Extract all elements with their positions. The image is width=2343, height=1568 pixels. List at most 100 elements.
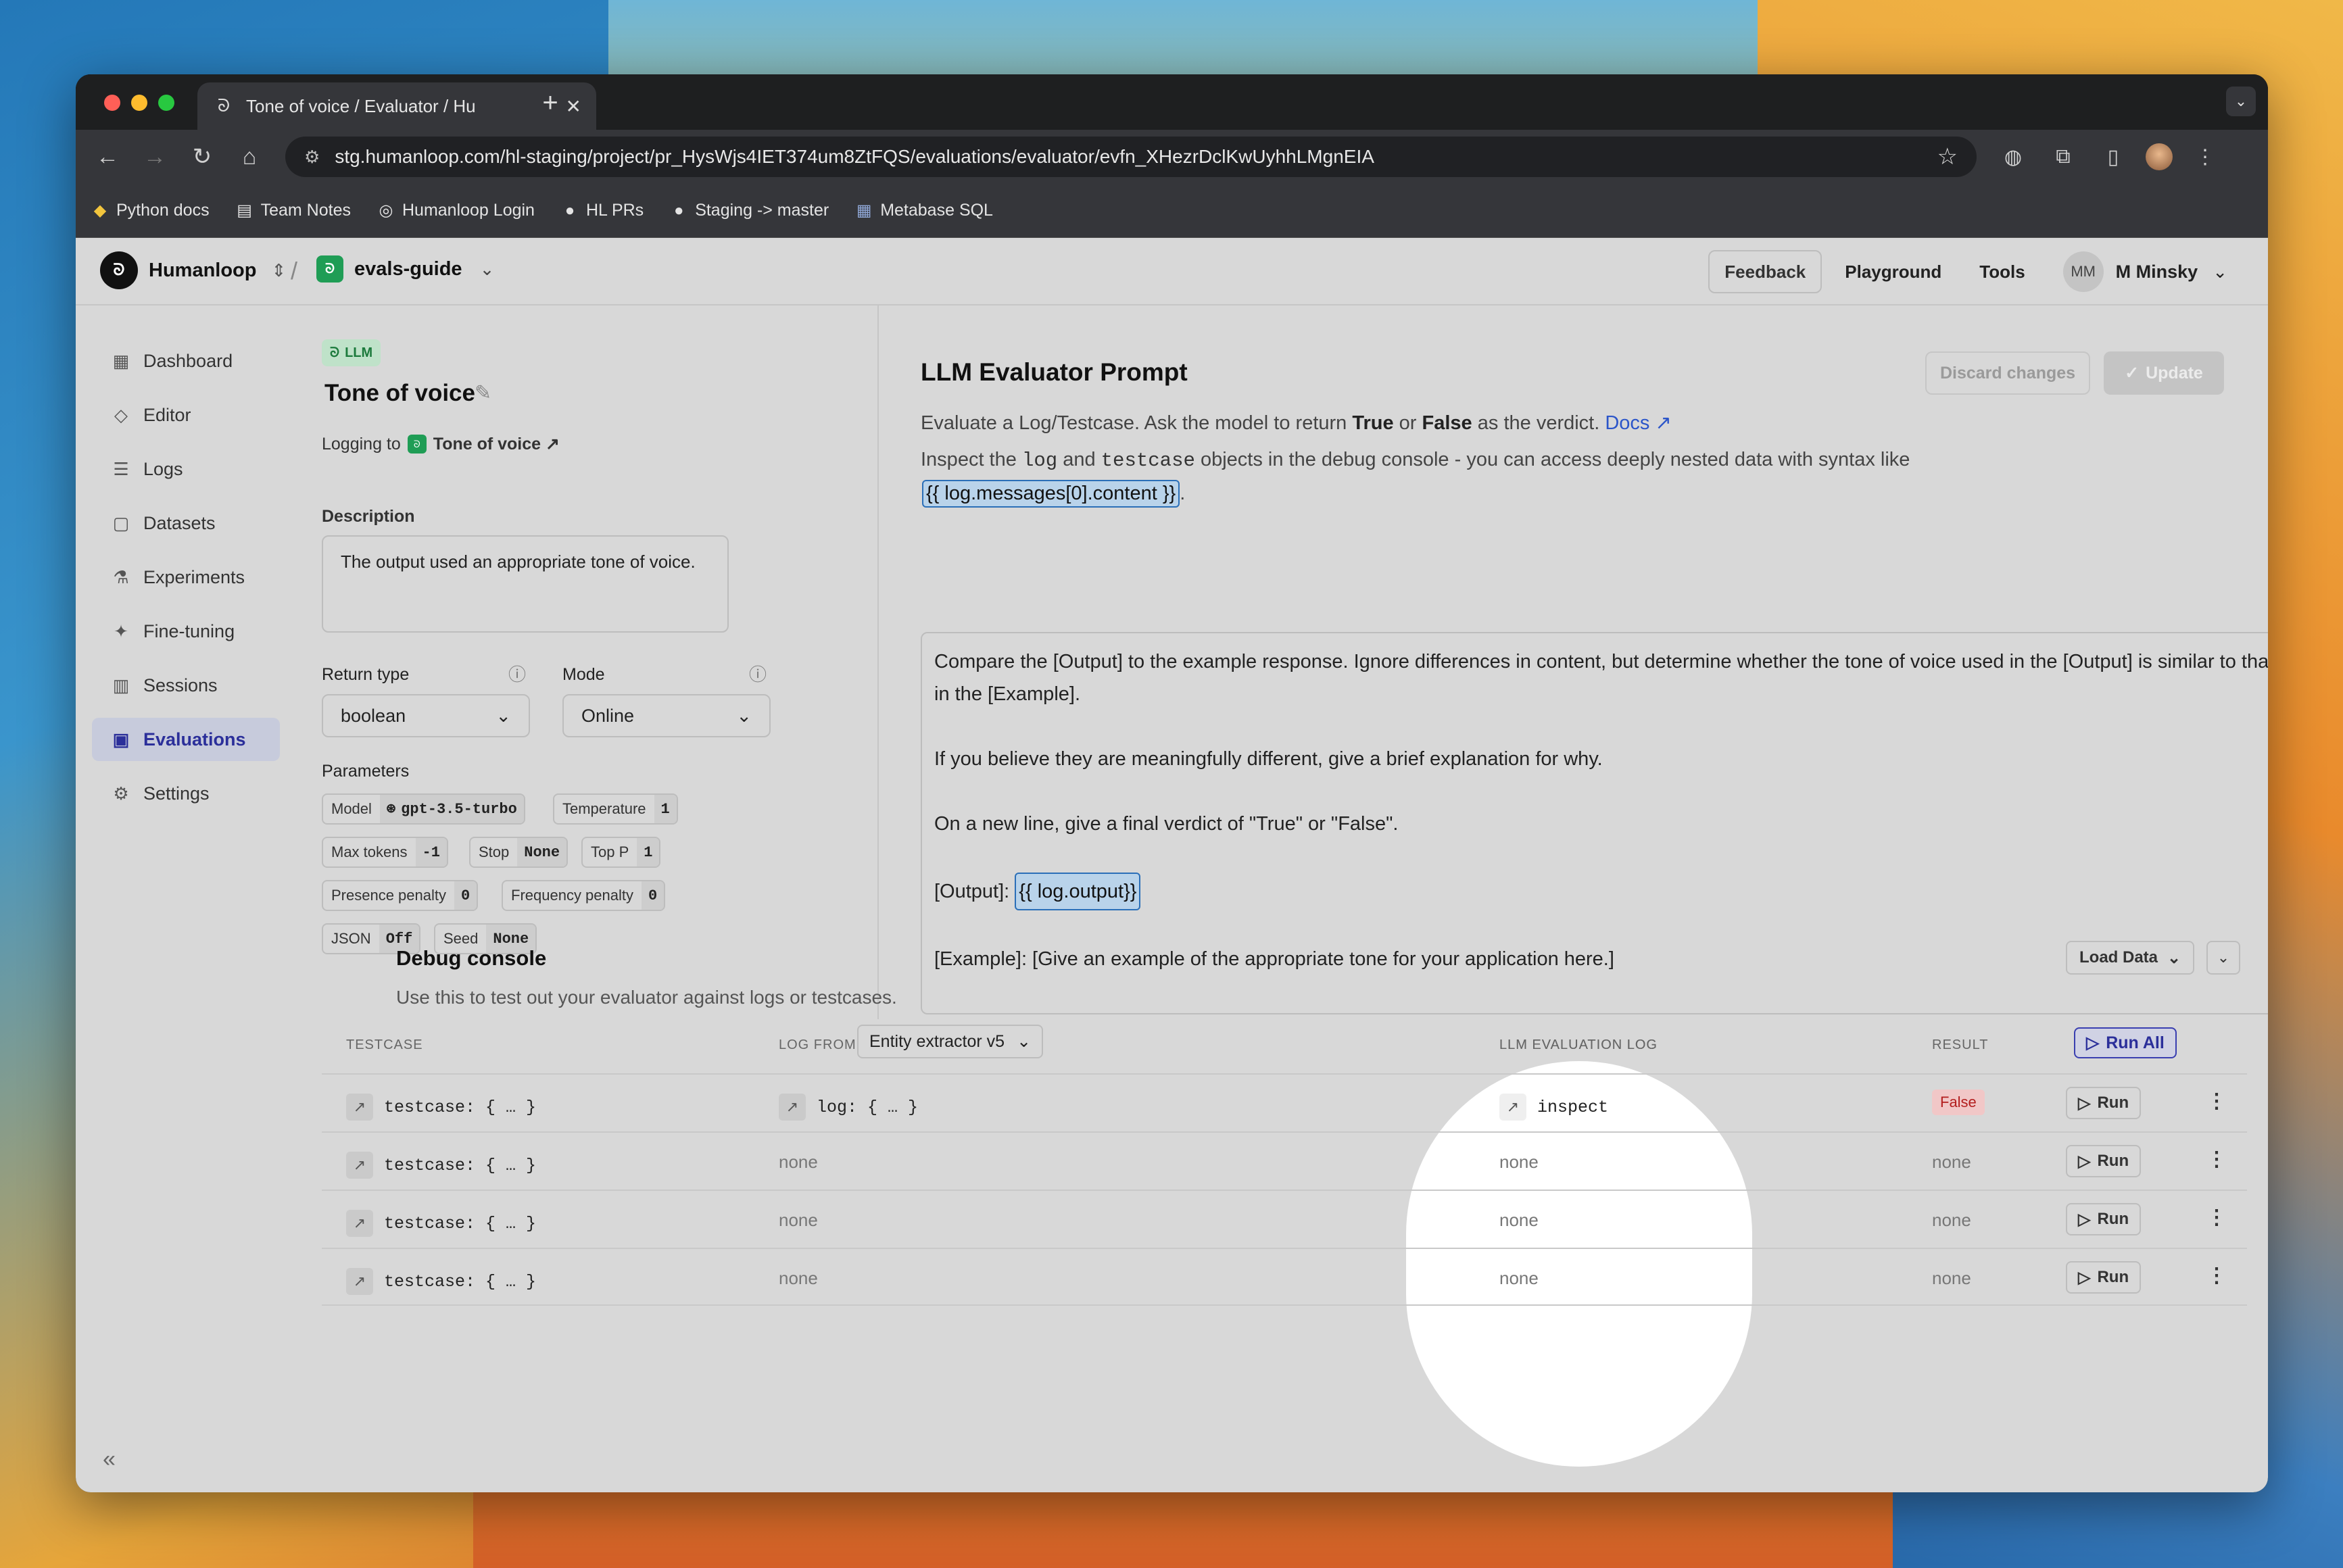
update-button[interactable]: ✓ Update [2104,351,2224,395]
user-avatar[interactable]: MM [2062,251,2104,292]
load-data-button[interactable]: Load Data ⌄ [2066,941,2195,975]
template-variable: {{ log.messages[0].content }} [922,480,1180,508]
sidebar-item-settings[interactable]: ⚙ Settings [92,772,280,815]
sidebar-item-sessions[interactable]: ▥ Sessions [92,664,280,707]
log-value[interactable]: log: { … } [817,1098,918,1117]
open-eval-log-icon[interactable]: ↗ [1499,1094,1526,1121]
bookmark-metabase-sql[interactable]: ▦ Metabase SQL [854,201,993,220]
open-testcase-icon[interactable]: ↗ [346,1210,373,1237]
return-type-select[interactable]: boolean ⌄ [322,694,530,737]
run-button[interactable]: ▷ Run [2066,1145,2142,1177]
editor-icon: ◇ [114,404,128,425]
address-bar[interactable]: ⚙ stg.humanloop.com/hl-staging/project/p… [285,137,1977,177]
back-icon[interactable]: ← [84,144,131,170]
sidepanel-icon[interactable]: ▯ [2096,139,2131,174]
row-menu-icon[interactable]: ⋮ [2206,1148,2227,1171]
new-tab-icon[interactable]: + [530,88,571,118]
testcase-value[interactable]: testcase: { … } [384,1272,536,1292]
open-log-icon[interactable]: ↗ [779,1094,806,1121]
user-menu-chevron-icon[interactable]: ⌄ [2206,250,2234,293]
maximize-window-button[interactable] [158,95,174,111]
profile-avatar[interactable] [2146,143,2173,170]
return-type-label: Return type [322,665,410,684]
row-menu-icon[interactable]: ⋮ [2206,1264,2227,1288]
log-from-select[interactable]: Entity extractor v5 ⌄ [857,1025,1044,1058]
mode-select[interactable]: Online ⌄ [562,694,771,737]
row-menu-icon[interactable]: ⋮ [2206,1206,2227,1229]
table-row: ↗ testcase: { … } none none none ▷ Run ⋮ [322,1248,2247,1306]
collapse-sidebar-icon[interactable]: « [103,1446,116,1473]
user-name[interactable]: M Minsky [2116,262,2198,283]
run-button[interactable]: ▷ Run [2066,1087,2142,1119]
open-testcase-icon[interactable]: ↗ [346,1152,373,1179]
expand-console-button[interactable]: ⌄ [2206,941,2240,975]
run-button[interactable]: ▷ Run [2066,1261,2142,1294]
bookmark-staging-master[interactable]: ● Staging -> master [669,201,829,220]
bookmark-hl-prs[interactable]: ● HL PRs [560,201,644,220]
bookmarks-bar: ◆ Python docs ▤ Team Notes ◎ Humanloop Logi… [76,184,2268,238]
reload-icon[interactable]: ↻ [178,143,226,170]
prompt-title: LLM Evaluator Prompt [921,358,1188,386]
col-llm-evaluation-log-spot: LLM EVALUATION LOG [1499,1037,1658,1052]
template-variable: {{ log.output}} [1015,873,1141,910]
app-header: ᘐ Humanloop ⇕ / ᘐ evals-guide ⌄ Feedback… [76,238,2268,305]
docs-link[interactable]: Docs ↗ [1605,412,1671,434]
menu-icon[interactable]: ⋮ [2188,139,2223,174]
bookmark-star-icon[interactable]: ☆ [1937,143,1958,170]
project-switcher[interactable]: ᘐ evals-guide ⌄ [316,255,494,283]
gear-icon: ⚙ [113,783,129,804]
sidebar-item-dashboard[interactable]: ▦ Dashboard [92,339,280,383]
sidebar-item-experiments[interactable]: ⚗ Experiments [92,556,280,599]
project-name: evals-guide [354,258,462,280]
sidebar-item-logs[interactable]: ☰ Logs [92,447,280,491]
sidebar-item-editor[interactable]: ◇ Editor [92,393,280,437]
col-result: RESULT [1932,1037,1989,1052]
sidebar-item-fine-tuning[interactable]: ✦ Fine-tuning [92,610,280,653]
play-icon: ▷ [2078,1152,2091,1171]
testcase-value[interactable]: testcase: { … } [384,1156,536,1175]
playground-link[interactable]: Playground [1830,250,1956,293]
home-icon[interactable]: ⌂ [226,144,273,170]
open-testcase-icon[interactable]: ↗ [346,1094,373,1121]
run-all-button[interactable]: ▷ Run All [2074,1027,2177,1058]
open-testcase-icon[interactable]: ↗ [346,1268,373,1295]
prompt-help-line-1: Evaluate a Log/Testcase. Ask the model t… [921,412,1672,434]
lock-icon: ▢ [112,512,130,533]
tools-link[interactable]: Tools [1964,250,2039,293]
close-window-button[interactable] [104,95,120,111]
tab-bar: ᘐ Tone of voice / Evaluator / Hu ✕ + ⌄ [76,74,2268,130]
chevron-down-icon: ⌄ [479,258,495,279]
project-icon: ᘐ [316,255,343,283]
run-button[interactable]: ▷ Run [2066,1203,2142,1235]
discard-changes-button[interactable]: Discard changes [1925,351,2090,395]
edit-pencil-icon[interactable]: ✎ [475,381,491,405]
bookmark-humanloop-login[interactable]: ◎ Humanloop Login [377,201,535,220]
eval-log-value[interactable]: inspect [1537,1098,1608,1117]
tab-search-icon[interactable]: ⌄ [2226,87,2256,116]
play-icon: ▷ [2078,1210,2091,1229]
sidebar-item-evaluations[interactable]: ▣ Evaluations [92,718,280,761]
forward-icon[interactable]: → [131,144,178,170]
bookmark-team-notes[interactable]: ▤ Team Notes [235,201,351,220]
feedback-button[interactable]: Feedback [1708,250,1822,293]
org-switcher[interactable]: ᘐ Humanloop ⇕ [100,251,286,289]
info-icon[interactable]: ⓘ [749,661,767,686]
testcase-value[interactable]: testcase: { … } [384,1214,536,1233]
puzzle-icon[interactable]: ⧉ [2046,139,2081,174]
testcase-value[interactable]: testcase: { … } [384,1098,536,1117]
param-frequency-penalty: Frequency penalty 0 [502,880,666,911]
site-settings-icon[interactable]: ⚙ [304,147,320,168]
minimize-window-button[interactable] [131,95,147,111]
clipboard-icon: ▣ [112,729,130,750]
tab-title: Tone of voice / Evaluator / Hu [246,95,476,116]
extension-icon[interactable]: ◍ [1996,139,2031,174]
row-menu-icon[interactable]: ⋮ [2206,1089,2227,1113]
sidebar-item-datasets[interactable]: ▢ Datasets [92,501,280,545]
bookmark-python-docs[interactable]: ◆ Python docs [91,201,210,220]
logging-target-link[interactable]: Tone of voice ↗ [433,434,560,454]
eval-log-value: none [1499,1210,1539,1230]
description-label: Description [322,507,415,526]
debug-subtitle: Use this to test out your evaluator agai… [396,987,897,1008]
info-icon[interactable]: ⓘ [508,661,526,686]
description-field[interactable]: The output used an appropriate tone of v… [322,535,729,633]
